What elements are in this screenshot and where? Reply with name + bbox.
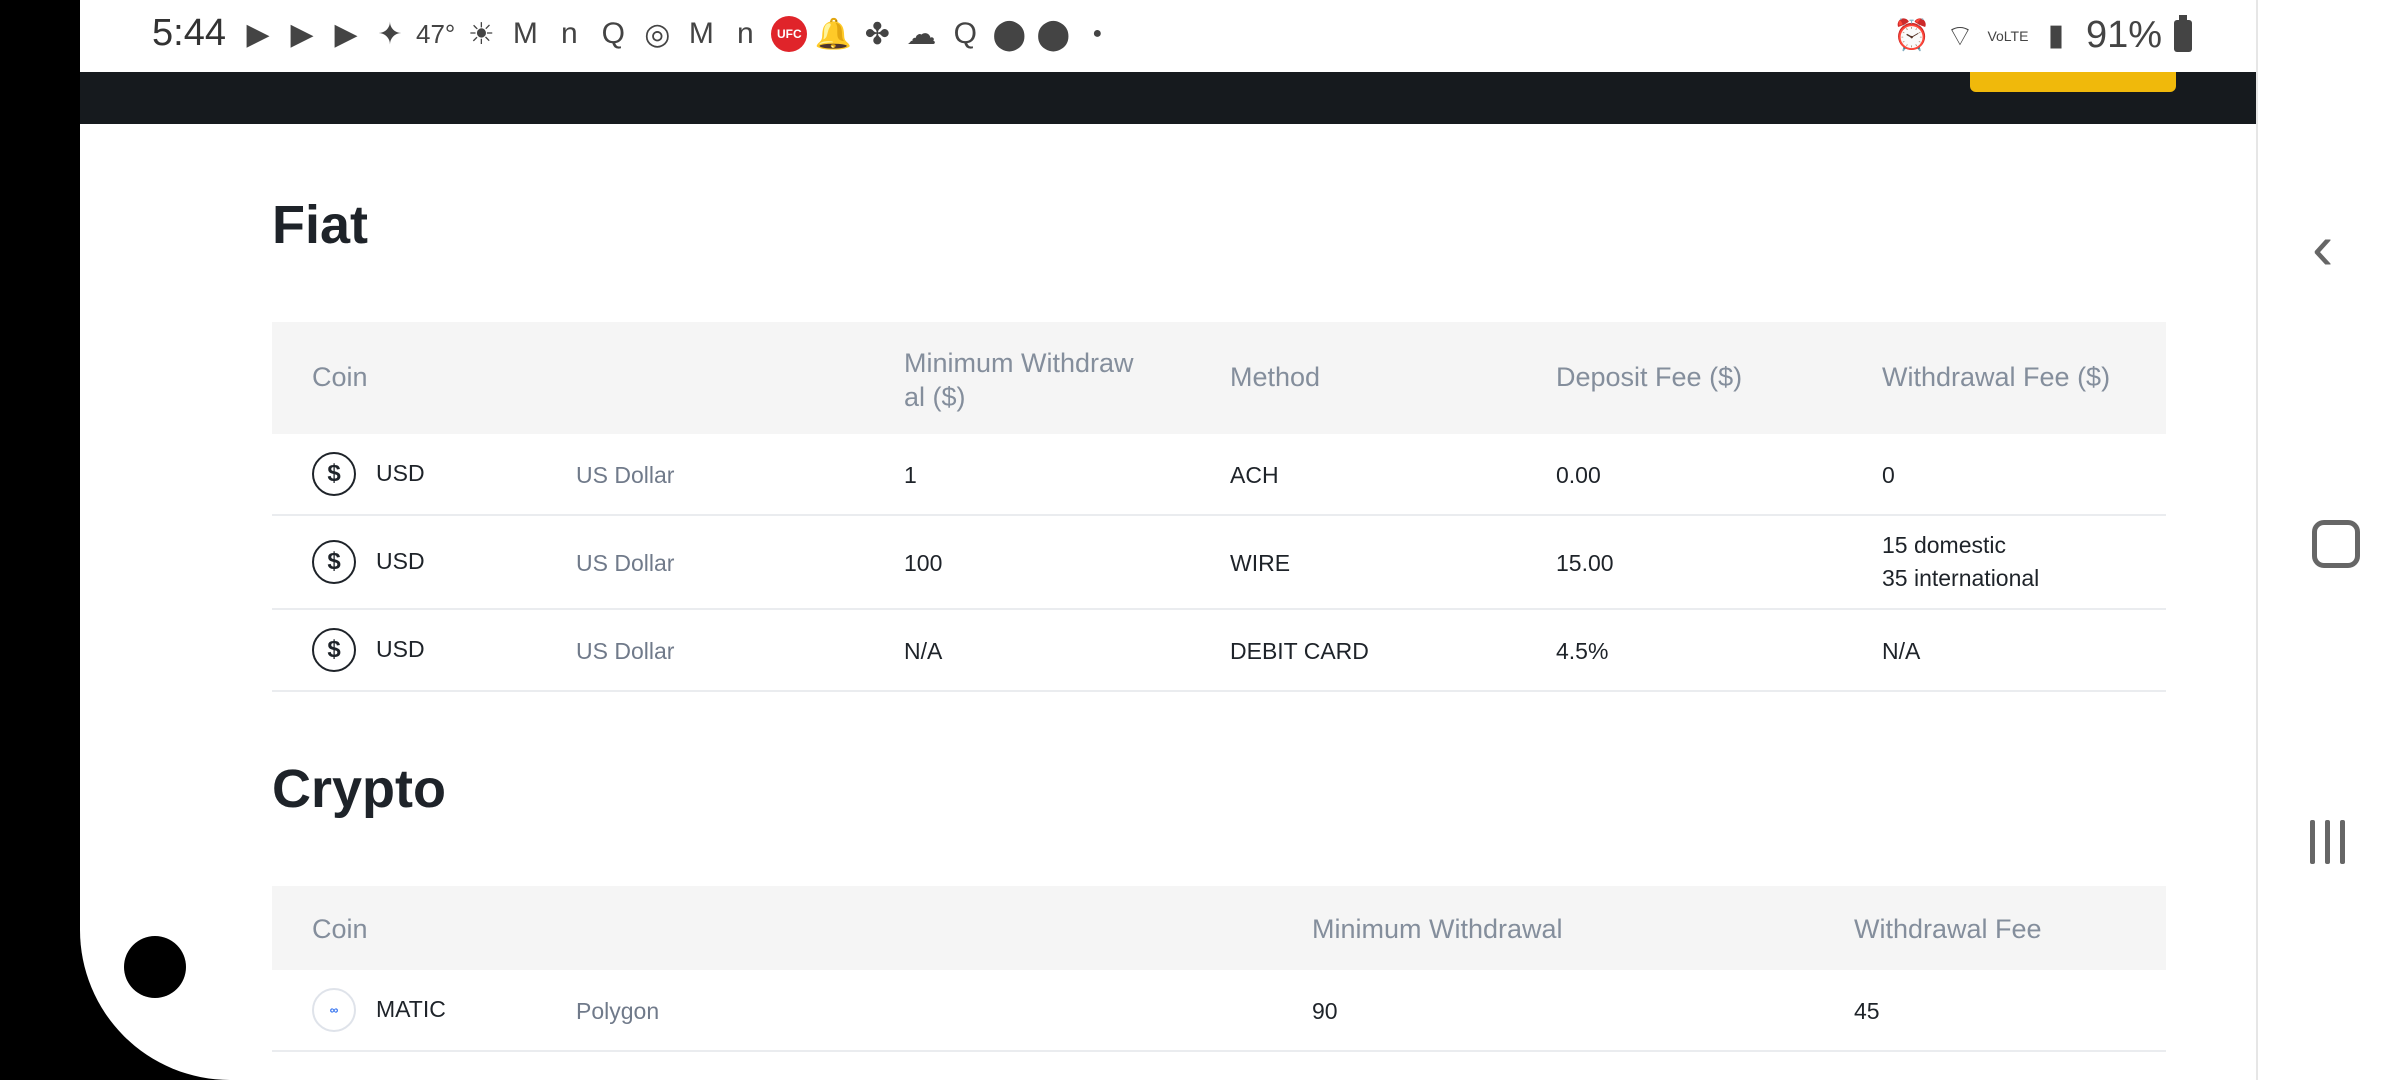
q-app-icon: Q [601, 17, 625, 50]
withdrawal-fee-international: 35 international [1882, 565, 2040, 591]
polygon-icon: ∞ [312, 988, 356, 1032]
q-app-icon: Q [953, 17, 977, 50]
min-withdrawal: 90 [1312, 998, 1338, 1024]
instagram-icon: ◎ [644, 17, 671, 51]
dot-icon: ● [1092, 25, 1103, 42]
header-withdrawal-fee: Withdrawal Fee [1854, 914, 2042, 944]
min-withdrawal: 100 [904, 550, 943, 576]
fiat-title: Fiat [272, 195, 369, 255]
coin-name: Polygon [576, 998, 660, 1024]
header-deposit-fee: Deposit Fee ($) [1556, 362, 1743, 392]
coin-symbol: USD [376, 636, 425, 662]
withdrawal-fee: N/A [1882, 638, 1921, 664]
header-min-withdrawal: Minimum Withdraw al ($) [904, 348, 1134, 412]
withdrawal-fee-domestic: 15 domestic [1882, 532, 2007, 558]
coin-symbol: USD [376, 460, 425, 486]
gmail-icon: M [512, 17, 538, 50]
dollar-icon: $ [312, 452, 356, 496]
weather-icon: ☀ [467, 17, 495, 51]
location-icon: ⬤ [1036, 17, 1071, 51]
bell-icon: 🔔 [814, 17, 853, 51]
dollar-icon: $ [312, 628, 356, 672]
table-header: Coin Minimum Withdraw al ($) Method Depo… [272, 322, 2166, 434]
n-app-icon: n [560, 17, 578, 50]
n-app-icon: n [736, 17, 754, 50]
youtube-icon: ▶ [334, 17, 358, 51]
table-header: Coin Minimum Withdrawal Withdrawal Fee [272, 886, 2166, 970]
top-navigation [80, 72, 2256, 124]
status-bar: 5:44 ▶ ▶ ▶ ✦ 47° ☀ M n Q ◎ M n UFC 🔔 ✤ ☁… [80, 0, 2256, 72]
min-withdrawal: 1 [904, 462, 917, 488]
header-method: Method [1230, 362, 1321, 392]
table-row[interactable]: $ USD US Dollar 1 ACH 0.00 0 [272, 434, 2166, 516]
table-row[interactable]: $ USD US Dollar 100 WIRE 15.00 15 domest… [272, 516, 2166, 610]
deposit-fee: 15.00 [1556, 550, 1614, 576]
crypto-title: Crypto [272, 759, 446, 819]
header-min-withdrawal: Minimum Withdrawal [1312, 914, 1563, 944]
coin-name: US Dollar [576, 638, 675, 664]
coin-symbol: MATIC [376, 996, 446, 1022]
signal-icon: ▮ [2047, 19, 2065, 52]
fiat-table: Coin Minimum Withdraw al ($) Method Depo… [272, 322, 2166, 692]
min-withdrawal: N/A [904, 638, 943, 664]
method: DEBIT CARD [1230, 638, 1369, 664]
status-time: 5:44 [152, 12, 226, 54]
battery-percentage: 91% [2085, 14, 2162, 56]
gmail-icon: M [688, 17, 714, 50]
crypto-table: Coin Minimum Withdrawal Withdrawal Fee ∞… [272, 886, 2166, 1052]
recent-apps-icon[interactable] [2310, 820, 2345, 864]
location-icon: ⬤ [992, 17, 1027, 51]
withdrawal-fee: 0 [1882, 462, 1895, 488]
app-screen: 5:44 ▶ ▶ ▶ ✦ 47° ☀ M n Q ◎ M n UFC 🔔 ✤ ☁… [80, 0, 2256, 1080]
method: ACH [1230, 462, 1279, 488]
coin-name: US Dollar [576, 462, 675, 488]
coin-name: US Dollar [576, 550, 675, 576]
register-button[interactable] [1970, 72, 2176, 92]
cloud-icon: ☁ [906, 17, 937, 51]
youtube-icon: ▶ [246, 17, 270, 51]
header-withdrawal-fee: Withdrawal Fee ($) [1882, 362, 2111, 392]
system-navigation-bar: ‹ [2256, 0, 2400, 1080]
table-row[interactable]: $ USD US Dollar N/A DEBIT CARD 4.5% N/A [272, 610, 2166, 692]
floating-action-dot[interactable] [124, 936, 186, 998]
coin-symbol: USD [376, 548, 425, 574]
method: WIRE [1230, 550, 1291, 576]
back-icon[interactable]: ‹ [2312, 210, 2333, 284]
ufc-icon: UFC [771, 16, 808, 52]
deposit-fee: 4.5% [1556, 638, 1609, 664]
header-coin: Coin [312, 914, 368, 944]
notification-icons: ▶ ▶ ▶ ✦ 47° ☀ M n Q ◎ M n UFC 🔔 ✤ ☁ Q ⬤ … [240, 16, 1115, 52]
youtube-icon: ▶ [290, 17, 314, 51]
header-coin: Coin [312, 362, 368, 392]
temperature: 47° [416, 18, 456, 49]
dollar-icon: $ [312, 540, 356, 584]
fan-icon: ✤ [864, 17, 890, 51]
withdrawal-fee: 45 [1854, 998, 1880, 1024]
battery-icon [2174, 14, 2192, 52]
home-icon[interactable] [2312, 520, 2360, 568]
system-icons: ⏰ ⌔ VoLTE ▮ 91% [1893, 14, 2192, 57]
alarm-icon: ⏰ [1893, 19, 1931, 52]
wifi-icon: ⌔ [1945, 19, 1975, 53]
twitter-icon: ✦ [377, 17, 403, 51]
table-row[interactable]: ∞ MATIC Polygon 90 45 [272, 970, 2166, 1052]
deposit-fee: 0.00 [1556, 462, 1601, 488]
volte-icon: VoLTE [1987, 27, 2029, 44]
